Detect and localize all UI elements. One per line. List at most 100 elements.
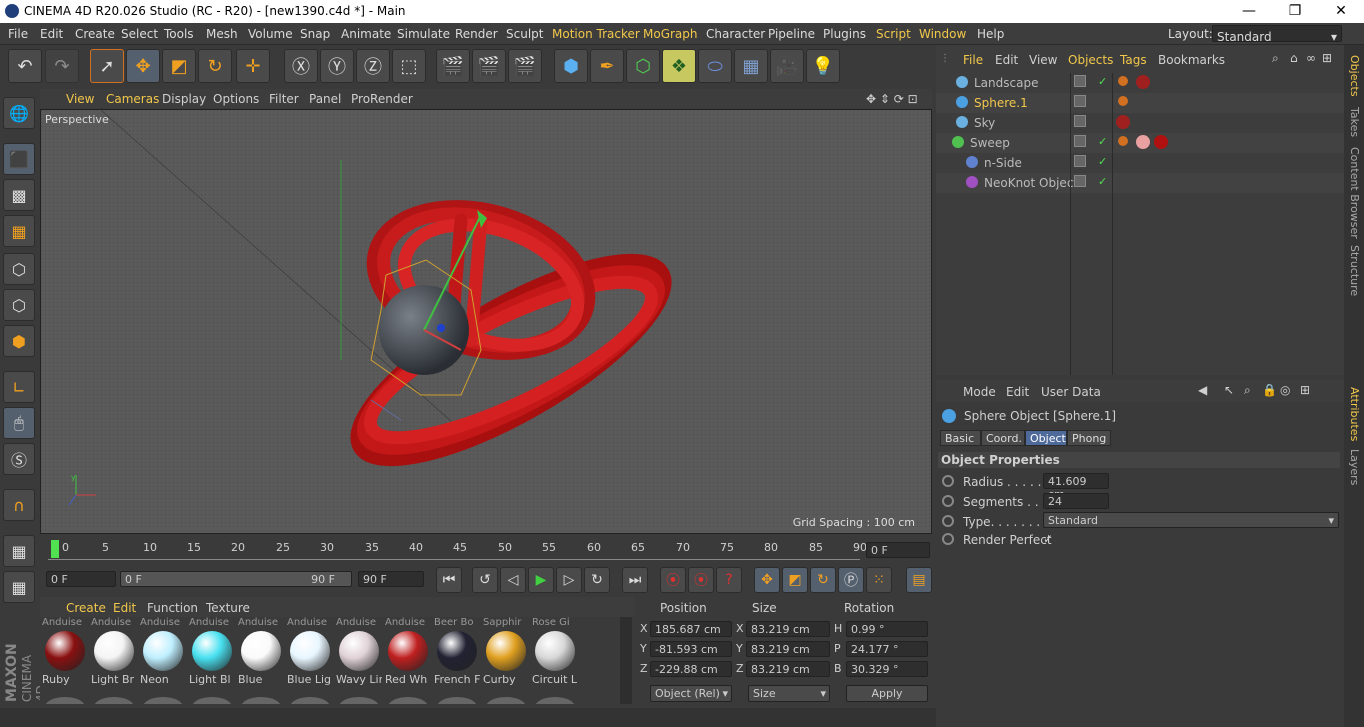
material-swatch-partial[interactable] (339, 697, 379, 704)
viewport-nav-icons[interactable]: ✥ ⇕ ⟳ ⊡ (866, 92, 918, 106)
keyframe-selection-button[interactable]: ? (716, 567, 742, 593)
enable-check-icon[interactable]: ✓ (1098, 175, 1107, 188)
menu-tools[interactable]: Tools (164, 27, 194, 41)
material-swatch-partial[interactable] (143, 697, 183, 704)
mat-menu-texture[interactable]: Texture (206, 601, 250, 615)
z-axis-button[interactable]: Ⓩ (356, 49, 390, 83)
material-swatch-partial[interactable] (437, 697, 477, 704)
frame-range-slider[interactable]: 0 F 90 F (120, 571, 352, 587)
workplane-mode-button[interactable]: ▦ (3, 215, 35, 247)
layout-select[interactable]: Standard ▾ (1212, 25, 1342, 44)
current-frame-field[interactable]: 0 F (866, 542, 930, 558)
key-position-button[interactable]: ✥ (754, 567, 780, 593)
cloner-button[interactable]: ❖ (662, 49, 696, 83)
record-keys-button[interactable]: ⦿ (660, 567, 686, 593)
rotation-field[interactable]: 0.99 ° (846, 621, 928, 637)
key-rotation-button[interactable]: ↻ (810, 567, 836, 593)
move-tool-button[interactable]: ✥ (126, 49, 160, 83)
up-arrow-icon[interactable]: ↖ (1224, 383, 1234, 397)
coordinate-system-button[interactable]: ⬚ (392, 49, 426, 83)
material-swatch[interactable]: Anduise Blue (238, 617, 284, 686)
lock-icon[interactable]: 🔒 (1262, 383, 1277, 397)
object-row[interactable]: n-Side ✓ (936, 153, 1344, 173)
start-frame-field[interactable]: 0 F (46, 571, 116, 587)
prev-frame-button[interactable]: ◁ (500, 567, 526, 593)
menu-snap[interactable]: Snap (300, 27, 330, 41)
material-tag-icon[interactable] (1116, 115, 1130, 129)
material-tag-icon[interactable] (1136, 135, 1150, 149)
layer-swatch[interactable] (1074, 175, 1086, 187)
position-field[interactable]: -81.593 cm (650, 641, 732, 657)
vp-menu-filter[interactable]: Filter (269, 92, 299, 106)
floor-button[interactable]: ▦ (734, 49, 768, 83)
phong-tag-icon[interactable] (1118, 76, 1128, 86)
material-swatch[interactable]: Anduise Blue Lig (287, 617, 333, 686)
material-swatch[interactable]: Beer Bo French F (434, 617, 480, 686)
object-name[interactable]: Landscape (974, 76, 1038, 90)
layer-swatch[interactable] (1074, 95, 1086, 107)
enable-check-icon[interactable]: ✓ (1098, 135, 1107, 148)
vp-menu-panel[interactable]: Panel (309, 92, 341, 106)
tweak-mode-button[interactable]: 🖱 (3, 407, 35, 439)
make-editable-button[interactable]: 🌐 (3, 97, 35, 129)
material-swatch[interactable]: Anduise Neon (140, 617, 186, 686)
tab-coord[interactable]: Coord. (981, 430, 1025, 446)
side-tab-takes[interactable]: Takes (1348, 107, 1361, 137)
position-field[interactable]: -229.88 cm (650, 661, 732, 677)
material-swatch[interactable]: Sapphir Curby (483, 617, 529, 686)
tab-basic[interactable]: Basic (940, 430, 981, 446)
menu-mograph[interactable]: MoGraph (643, 27, 698, 41)
material-swatch-partial[interactable] (94, 697, 134, 704)
select-tool-button[interactable]: ➚ (90, 49, 124, 83)
menu-help[interactable]: Help (977, 27, 1004, 41)
object-row[interactable]: Sweep ✓ (936, 133, 1344, 153)
material-tag-icon[interactable] (1154, 135, 1168, 149)
cube-object-button[interactable]: ⬢ (554, 49, 588, 83)
material-scrollbar[interactable] (620, 617, 632, 704)
side-tab-layers[interactable]: Layers (1348, 449, 1361, 485)
radius-anim-dot[interactable] (942, 475, 954, 487)
side-tab-structure[interactable]: Structure (1348, 245, 1361, 296)
end-frame-field[interactable]: 90 F (358, 571, 424, 587)
side-tab-objects[interactable]: Objects (1348, 55, 1361, 97)
menu-character[interactable]: Character (706, 27, 765, 41)
timeline-ruler[interactable]: 0 5 10 15 20 25 30 35 40 45 50 55 60 65 … (48, 540, 867, 560)
size-field[interactable]: 83.219 cm (746, 621, 830, 637)
new-attr-window-icon[interactable]: ⊞ (1300, 383, 1310, 397)
material-tag-icon[interactable] (1136, 75, 1150, 89)
layer-swatch[interactable] (1074, 115, 1086, 127)
material-swatch-partial[interactable] (486, 697, 526, 704)
points-mode-button[interactable]: ⬡ (3, 253, 35, 285)
material-swatch[interactable]: Anduise Wavy Lir (336, 617, 382, 686)
menu-motion-tracker[interactable]: Motion Tracker (552, 27, 640, 41)
material-swatch[interactable]: Anduise Red Wh (385, 617, 431, 686)
vp-menu-prorender[interactable]: ProRender (351, 92, 413, 106)
timeline[interactable]: 0 5 10 15 20 25 30 35 40 45 50 55 60 65 … (40, 536, 932, 564)
rotation-field[interactable]: 24.177 ° (846, 641, 928, 657)
position-field[interactable]: 185.687 cm (650, 621, 732, 637)
material-swatch-partial[interactable] (535, 697, 575, 704)
render-picture-viewer-button[interactable]: 🎬 (472, 49, 506, 83)
attr-menu-edit[interactable]: Edit (1006, 385, 1029, 399)
object-name[interactable]: Sphere.1 (974, 96, 1028, 110)
obj-menu-objects[interactable]: Objects (1068, 53, 1113, 67)
menu-plugins[interactable]: Plugins (823, 27, 866, 41)
snap-button[interactable]: Ⓢ (3, 443, 35, 475)
light-button[interactable]: 💡 (806, 49, 840, 83)
coord-mode-select[interactable]: Object (Rel) ▾ (650, 685, 732, 702)
layer-swatch[interactable] (1074, 155, 1086, 167)
attr-search-icon[interactable]: ⌕ (1244, 383, 1251, 398)
material-swatch[interactable]: Anduise Ruby (42, 617, 88, 686)
object-row[interactable]: Sky (936, 113, 1344, 133)
material-swatch-partial[interactable] (290, 697, 330, 704)
mat-menu-create[interactable]: Create (66, 601, 106, 615)
menu-mesh[interactable]: Mesh (206, 27, 238, 41)
menu-volume[interactable]: Volume (248, 27, 293, 41)
vp-menu-view[interactable]: View (66, 92, 94, 106)
menu-script[interactable]: Script (876, 27, 911, 41)
back-arrow-icon[interactable]: ◀ (1198, 383, 1207, 397)
render-perfect-checkbox[interactable]: ✓ (1043, 532, 1053, 546)
scale-tool-button[interactable]: ◩ (162, 49, 196, 83)
object-name[interactable]: n-Side (984, 156, 1022, 170)
mat-menu-edit[interactable]: Edit (113, 601, 136, 615)
